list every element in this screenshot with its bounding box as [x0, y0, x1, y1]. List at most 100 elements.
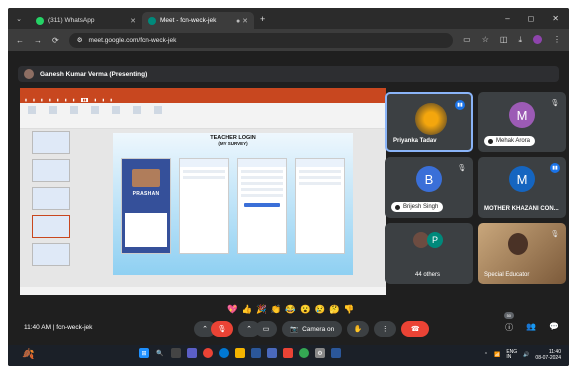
tab-menu-icon[interactable]: ⌄ [8, 15, 30, 23]
teams-icon[interactable] [187, 348, 197, 358]
reload-icon[interactable]: ⟳ [52, 36, 59, 45]
participant-avatar: M [509, 102, 535, 128]
store-icon[interactable] [251, 348, 261, 358]
mic-muted-icon: 🎙 [550, 100, 560, 107]
whatsapp-icon [36, 16, 44, 25]
participant-avatar: B [416, 166, 442, 192]
ppt-status-bar [20, 287, 386, 295]
zoom-icon[interactable] [267, 348, 277, 358]
raise-hand-button[interactable]: ✋ [347, 321, 370, 337]
url-text: meet.google.com/fcn-weck-jek [88, 36, 177, 44]
ppt-menu-bar: ▮ ▮ ▮ ▮ ▮ ▮ ▮ ▮▮ ▮ ▮ ▮ [20, 96, 386, 103]
reaction-thumbs-up[interactable]: 👍 [242, 304, 253, 315]
slide-thumbnail [32, 243, 70, 266]
gmail-icon[interactable] [283, 348, 293, 358]
minimize-icon[interactable]: – [505, 14, 509, 23]
more-options-button[interactable]: ⋮ [374, 321, 397, 337]
chrome-icon[interactable] [203, 348, 213, 358]
clock-date: 08-07-2024 [535, 355, 561, 361]
word-icon[interactable] [331, 348, 341, 358]
cast-icon[interactable]: ▭ [463, 35, 471, 45]
download-icon[interactable]: ⤓ [518, 35, 522, 45]
participant-name: MOTHER KHAZANI CON... [484, 206, 559, 212]
phone-screenshot [295, 158, 345, 254]
phone-screenshot [237, 158, 287, 254]
network-icon[interactable]: 📶 [494, 352, 500, 358]
reaction-sad[interactable]: 😢 [315, 304, 326, 315]
presenter-label: Ganesh Kumar Verma (Presenting) [40, 70, 148, 78]
participant-tile[interactable]: B 🎙 Brijesh Singh [385, 157, 473, 218]
reaction-surprised[interactable]: 😮 [300, 304, 311, 315]
widgets-icon[interactable]: 🍂 [22, 349, 34, 360]
menu-dots-icon[interactable]: ⋮ [553, 35, 561, 45]
participant-tile[interactable]: M ▮▮ MOTHER KHAZANI CON... [478, 157, 566, 218]
edge-icon[interactable] [219, 348, 229, 358]
start-icon[interactable]: ⊞ [139, 348, 149, 358]
task-view-icon[interactable] [171, 348, 181, 358]
mic-muted-icon: 🎙 [457, 165, 467, 172]
info-icon[interactable]: ⓘ [505, 322, 513, 333]
camera-icon: 📷 [290, 326, 299, 333]
forward-icon[interactable]: → [34, 36, 42, 45]
ppt-ribbon [20, 103, 386, 129]
url-field[interactable]: ⚙ meet.google.com/fcn-weck-jek [68, 32, 454, 48]
meeting-controls-bar: 11:40 AM | fcn-weck-jek ⌃ 🎙 ⌃ ▭ 📷 Camera… [8, 312, 569, 337]
participant-name: Brijesh Singh [391, 202, 444, 212]
slide-thumbnail [32, 159, 70, 182]
current-slide: TEACHER LOGIN (MY SURVEY) PRASHAN [113, 133, 353, 275]
clock[interactable]: 11:40 08-07-2024 [535, 349, 561, 361]
participant-avatar [415, 103, 447, 135]
tab-meet[interactable]: Meet - fcn-weck-jek ● ✕ [142, 12, 254, 29]
reaction-party[interactable]: 🎉 [256, 304, 267, 315]
tab-whatsapp[interactable]: (311) WhatsApp ✕ [30, 12, 142, 29]
reaction-heart[interactable]: 💖 [227, 304, 238, 315]
participant-avatar: P [427, 232, 443, 248]
reaction-laugh[interactable]: 😂 [285, 304, 296, 315]
language-indicator[interactable]: ENG IN [506, 350, 517, 360]
participant-avatar: M [509, 166, 535, 192]
split-view-icon[interactable]: ◫ [500, 35, 508, 45]
others-tile[interactable]: P 44 others [385, 223, 473, 284]
camera-on-label: Camera on [302, 325, 335, 333]
ppt-workspace: TEACHER LOGIN (MY SURVEY) PRASHAN [20, 129, 386, 287]
tray-chevron-icon[interactable]: ⌃ [484, 352, 488, 358]
speaking-indicator-icon: ▮▮ [550, 163, 560, 173]
participant-name: Priyanka Tadav [393, 138, 437, 144]
participant-name: Special Educator [484, 272, 530, 278]
bookmark-star-icon[interactable]: ☆ [482, 35, 489, 45]
chrome-profile-icon[interactable] [299, 348, 309, 358]
file-explorer-icon[interactable] [235, 348, 245, 358]
address-bar-row: ← → ⟳ ⚙ meet.google.com/fcn-weck-jek ▭ ☆… [8, 29, 569, 51]
phone-screenshot [179, 158, 229, 254]
screen: ⌄ (311) WhatsApp ✕ Meet - fcn-weck-jek ●… [8, 8, 569, 366]
reaction-thumbs-down[interactable]: 👎 [344, 304, 355, 315]
others-count: 44 others [415, 272, 441, 278]
leave-call-button[interactable]: ☎ [401, 321, 430, 337]
camera-off-button[interactable]: ▭ [255, 321, 277, 337]
reaction-bar: 💖 👍 🎉 👏 😂 😮 😢 🤔 👎 [227, 304, 354, 315]
ppt-titlebar [20, 88, 386, 96]
close-icon[interactable]: ● ✕ [236, 17, 248, 25]
reaction-clap[interactable]: 👏 [271, 304, 282, 315]
volume-icon[interactable]: 🔊 [523, 352, 529, 358]
new-tab-button[interactable]: + [260, 14, 265, 24]
slide-thumbnails [22, 129, 74, 287]
maximize-icon[interactable]: ◻ [528, 14, 535, 23]
search-icon[interactable]: 🔍 [155, 348, 165, 358]
mic-off-button[interactable]: 🎙 [211, 321, 233, 337]
close-icon[interactable]: ✕ [130, 17, 136, 25]
participant-tile[interactable]: M 🎙 Mehak Arora [478, 92, 566, 152]
settings-icon[interactable]: ⚙ [315, 348, 325, 358]
participant-tile[interactable]: ▮▮ Priyanka Tadav [385, 92, 473, 152]
people-icon[interactable]: 👥 50 [503, 312, 536, 333]
profile-avatar[interactable] [533, 35, 542, 44]
tab-label: Meet - fcn-weck-jek [160, 17, 217, 24]
site-info-icon[interactable]: ⚙ [77, 36, 83, 44]
participant-video-tile[interactable]: 🎙 Special Educator [478, 223, 566, 284]
reaction-thinking[interactable]: 🤔 [329, 304, 340, 315]
close-window-icon[interactable]: ✕ [552, 14, 559, 23]
back-icon[interactable]: ← [16, 36, 24, 45]
chat-icon[interactable]: 💬 [549, 322, 559, 333]
slide-thumbnail [32, 187, 70, 210]
camera-on-button[interactable]: 📷 Camera on [282, 321, 343, 337]
